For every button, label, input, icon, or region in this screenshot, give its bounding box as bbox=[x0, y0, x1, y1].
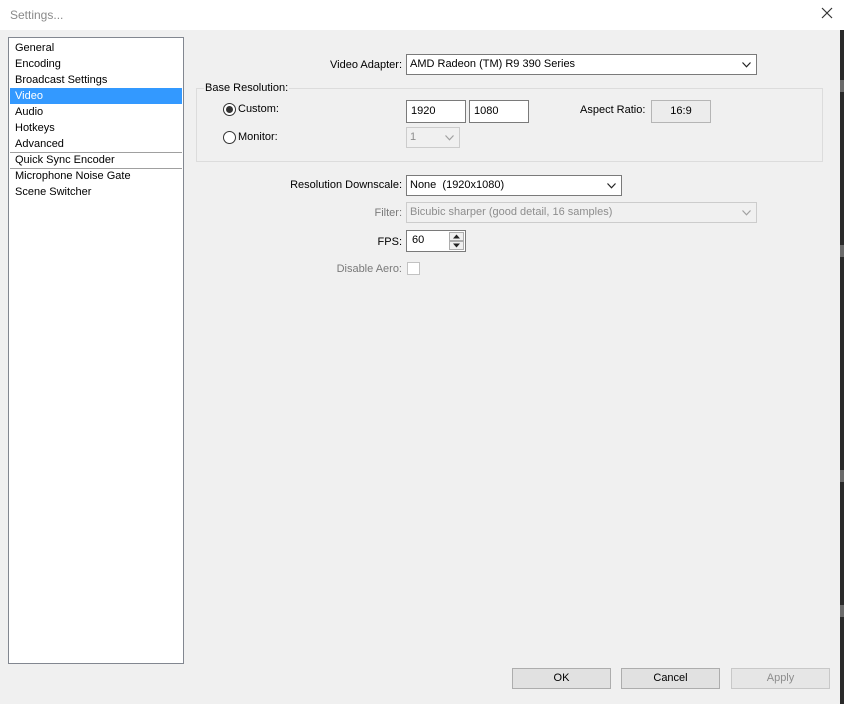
settings-category-list[interactable]: General Encoding Broadcast Settings Vide… bbox=[8, 37, 184, 664]
cancel-button[interactable]: Cancel bbox=[621, 668, 720, 689]
spin-down-button[interactable] bbox=[449, 241, 464, 250]
sidebar-item-broadcast-settings[interactable]: Broadcast Settings bbox=[10, 72, 182, 88]
resolution-width-input[interactable]: 1920 bbox=[406, 100, 466, 123]
resolution-downscale-dropdown[interactable]: None (1920x1080) bbox=[406, 175, 622, 196]
monitor-value: 1 bbox=[410, 131, 417, 143]
custom-radio[interactable] bbox=[223, 103, 236, 116]
filter-value: Bicubic sharper (good detail, 16 samples… bbox=[410, 206, 613, 218]
edge-mark bbox=[840, 245, 844, 257]
video-adapter-label: Video Adapter: bbox=[330, 59, 402, 71]
edge-mark bbox=[840, 605, 844, 617]
sidebar-item-audio[interactable]: Audio bbox=[10, 104, 182, 120]
title-bar: Settings... bbox=[0, 0, 844, 30]
spin-up-button[interactable] bbox=[449, 232, 464, 241]
monitor-dropdown[interactable]: 1 bbox=[406, 127, 460, 148]
fps-spinner[interactable]: 60 bbox=[406, 230, 466, 252]
edge-mark bbox=[840, 470, 844, 482]
sidebar-item-scene-switcher[interactable]: Scene Switcher bbox=[10, 184, 182, 200]
aspect-ratio-value: 16:9 bbox=[651, 100, 711, 123]
video-adapter-value: AMD Radeon (TM) R9 390 Series bbox=[410, 58, 576, 70]
monitor-label: Monitor: bbox=[238, 131, 278, 143]
video-adapter-dropdown[interactable]: AMD Radeon (TM) R9 390 Series bbox=[406, 54, 757, 75]
disable-aero-checkbox[interactable] bbox=[407, 262, 420, 275]
resolution-downscale-value: None (1920x1080) bbox=[410, 179, 505, 191]
edge-mark bbox=[840, 80, 844, 92]
resolution-height-input[interactable]: 1080 bbox=[469, 100, 529, 123]
radio-dot bbox=[226, 106, 233, 113]
custom-label: Custom: bbox=[238, 103, 279, 115]
ok-button[interactable]: OK bbox=[512, 668, 611, 689]
filter-label: Filter: bbox=[374, 207, 403, 219]
chevron-down-icon bbox=[607, 183, 616, 189]
close-icon[interactable] bbox=[820, 6, 834, 20]
chevron-down-icon bbox=[445, 135, 454, 141]
sidebar-item-video[interactable]: Video bbox=[10, 88, 182, 104]
chevron-down-icon bbox=[742, 62, 751, 68]
sidebar-item-encoding[interactable]: Encoding bbox=[10, 56, 182, 72]
sidebar-item-advanced[interactable]: Advanced bbox=[10, 136, 182, 152]
aspect-ratio-label: Aspect Ratio: bbox=[580, 104, 646, 116]
sidebar-item-microphone-noise-gate[interactable]: Microphone Noise Gate bbox=[10, 168, 182, 184]
base-resolution-label: Base Resolution: bbox=[204, 82, 290, 94]
filter-dropdown[interactable]: Bicubic sharper (good detail, 16 samples… bbox=[406, 202, 757, 223]
fps-value: 60 bbox=[412, 234, 425, 246]
resolution-downscale-label: Resolution Downscale: bbox=[290, 179, 402, 191]
window-title: Settings... bbox=[10, 8, 64, 22]
sidebar-item-hotkeys[interactable]: Hotkeys bbox=[10, 120, 182, 136]
monitor-radio[interactable] bbox=[223, 131, 236, 144]
disable-aero-label: Disable Aero: bbox=[336, 263, 402, 275]
sidebar-item-quick-sync-encoder[interactable]: Quick Sync Encoder bbox=[10, 152, 182, 168]
window-edge bbox=[840, 30, 844, 704]
sidebar-item-general[interactable]: General bbox=[10, 40, 182, 56]
spin-down-icon bbox=[453, 243, 460, 248]
spin-up-icon bbox=[453, 234, 460, 239]
chevron-down-icon bbox=[742, 210, 751, 216]
apply-button[interactable]: Apply bbox=[731, 668, 830, 689]
fps-label: FPS: bbox=[377, 236, 402, 248]
